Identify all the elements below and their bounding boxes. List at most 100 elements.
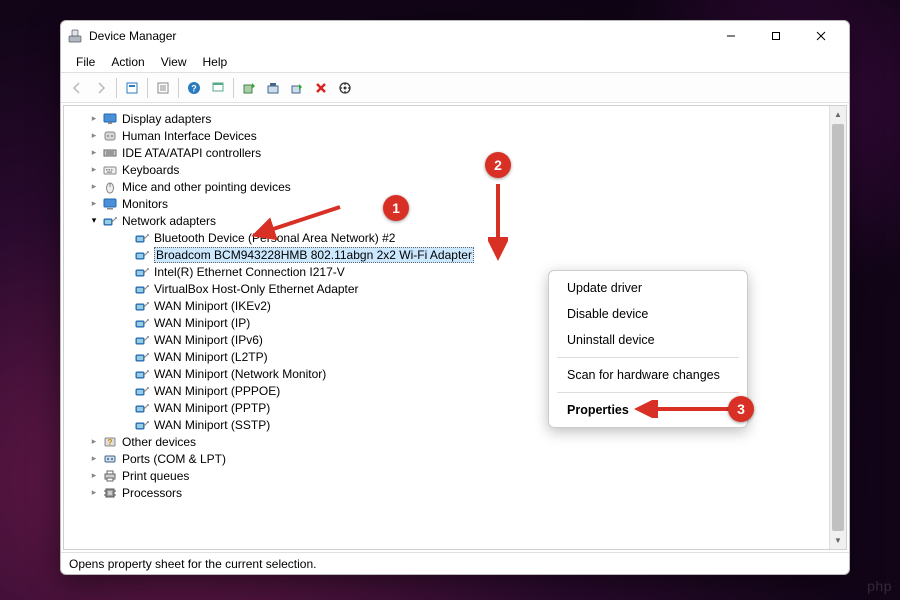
net-icon: [134, 417, 150, 433]
titlebar[interactable]: Device Manager: [61, 21, 849, 51]
properties-toolbar-button[interactable]: [151, 76, 175, 100]
net-icon: [134, 281, 150, 297]
tree-device[interactable]: Bluetooth Device (Personal Area Network)…: [64, 229, 829, 246]
hid-icon: [102, 128, 118, 144]
ports-icon: [102, 451, 118, 467]
watermark: php: [867, 578, 892, 594]
cpu-icon: [102, 485, 118, 501]
net-icon: [134, 349, 150, 365]
chevron-right-icon[interactable]: ▸: [88, 436, 100, 448]
tree-category[interactable]: ▸ Print queues: [64, 467, 829, 484]
tree-device[interactable]: Broadcom BCM943228HMB 802.11abgn 2x2 Wi-…: [64, 246, 829, 263]
close-button[interactable]: [798, 22, 843, 50]
scroll-thumb[interactable]: [832, 124, 844, 531]
chevron-right-icon[interactable]: ▸: [88, 470, 100, 482]
annotation-marker-1: 1: [383, 195, 409, 221]
category-label: Processors: [122, 486, 182, 500]
device-label: WAN Miniport (IP): [154, 316, 250, 330]
context-menu-separator: [557, 392, 739, 393]
chevron-right-icon[interactable]: ▸: [88, 130, 100, 142]
svg-text:?: ?: [108, 438, 113, 447]
scan-button[interactable]: [333, 76, 357, 100]
menu-help[interactable]: Help: [196, 53, 235, 71]
scroll-up-icon[interactable]: ▲: [830, 106, 846, 123]
context-menu-item[interactable]: Update driver: [549, 275, 747, 301]
category-label: IDE ATA/ATAPI controllers: [122, 146, 261, 160]
device-label: WAN Miniport (L2TP): [154, 350, 268, 364]
category-label: Other devices: [122, 435, 196, 449]
device-label: WAN Miniport (IKEv2): [154, 299, 271, 313]
device-label: WAN Miniport (SSTP): [154, 418, 270, 432]
net-icon: [134, 230, 150, 246]
menu-view[interactable]: View: [154, 53, 194, 71]
category-label: Monitors: [122, 197, 168, 211]
display-icon: [102, 111, 118, 127]
ide-icon: [102, 145, 118, 161]
tree-category[interactable]: ▸ Display adapters: [64, 110, 829, 127]
menubar: File Action View Help: [61, 51, 849, 73]
tree-category[interactable]: ▸? Other devices: [64, 433, 829, 450]
net-icon: [134, 264, 150, 280]
tree-category[interactable]: ▸Mice and other pointing devices: [64, 178, 829, 195]
tree-category[interactable]: ▸ IDE ATA/ATAPI controllers: [64, 144, 829, 161]
other-icon: ?: [102, 434, 118, 450]
forward-button[interactable]: [89, 76, 113, 100]
uninstall-button[interactable]: [261, 76, 285, 100]
action-toolbar-button[interactable]: [206, 76, 230, 100]
device-label: VirtualBox Host-Only Ethernet Adapter: [154, 282, 359, 296]
context-menu-item[interactable]: Scan for hardware changes: [549, 362, 747, 388]
net-icon: [134, 400, 150, 416]
toolbar: ?: [61, 73, 849, 103]
statusbar: Opens property sheet for the current sel…: [61, 552, 849, 574]
context-menu-item[interactable]: Uninstall device: [549, 327, 747, 353]
chevron-right-icon[interactable]: ▸: [88, 453, 100, 465]
menu-action[interactable]: Action: [104, 53, 151, 71]
mouse-icon: [102, 179, 118, 195]
update-driver-button[interactable]: [237, 76, 261, 100]
device-label: Intel(R) Ethernet Connection I217-V: [154, 265, 345, 279]
net-icon: [102, 213, 118, 229]
back-button[interactable]: [65, 76, 89, 100]
category-label: Display adapters: [122, 112, 211, 126]
tree-category[interactable]: ▾ Network adapters: [64, 212, 829, 229]
help-toolbar-button[interactable]: ?: [182, 76, 206, 100]
chevron-down-icon[interactable]: ▾: [88, 215, 100, 227]
net-icon: [134, 247, 150, 263]
annotation-arrow-3: [630, 400, 735, 418]
window-title: Device Manager: [89, 29, 708, 43]
tree-category[interactable]: ▸ Keyboards: [64, 161, 829, 178]
category-label: Human Interface Devices: [122, 129, 257, 143]
device-label: WAN Miniport (PPTP): [154, 401, 270, 415]
net-icon: [134, 383, 150, 399]
category-label: Keyboards: [122, 163, 179, 177]
chevron-right-icon[interactable]: ▸: [88, 198, 100, 210]
net-icon: [134, 298, 150, 314]
minimize-button[interactable]: [708, 22, 753, 50]
net-icon: [134, 332, 150, 348]
menu-file[interactable]: File: [69, 53, 102, 71]
chevron-right-icon[interactable]: ▸: [88, 487, 100, 499]
maximize-button[interactable]: [753, 22, 798, 50]
delete-button[interactable]: [309, 76, 333, 100]
scroll-down-icon[interactable]: ▼: [830, 532, 846, 549]
net-icon: [134, 315, 150, 331]
category-label: Print queues: [122, 469, 189, 483]
tree-category[interactable]: ▸ Processors: [64, 484, 829, 501]
show-hidden-button[interactable]: [120, 76, 144, 100]
tree-category[interactable]: ▸ Human Interface Devices: [64, 127, 829, 144]
chevron-right-icon[interactable]: ▸: [88, 147, 100, 159]
monitor-icon: [102, 196, 118, 212]
chevron-right-icon[interactable]: ▸: [88, 113, 100, 125]
chevron-right-icon[interactable]: ▸: [88, 181, 100, 193]
tree-category[interactable]: ▸Ports (COM & LPT): [64, 450, 829, 467]
context-menu-item[interactable]: Disable device: [549, 301, 747, 327]
svg-text:?: ?: [191, 83, 197, 93]
net-icon: [134, 366, 150, 382]
annotation-marker-2: 2: [485, 152, 511, 178]
chevron-right-icon[interactable]: ▸: [88, 164, 100, 176]
category-label: Network adapters: [122, 214, 216, 228]
enable-disable-button[interactable]: [285, 76, 309, 100]
keyboard-icon: [102, 162, 118, 178]
scrollbar[interactable]: ▲ ▼: [829, 106, 846, 549]
tree-category[interactable]: ▸ Monitors: [64, 195, 829, 212]
